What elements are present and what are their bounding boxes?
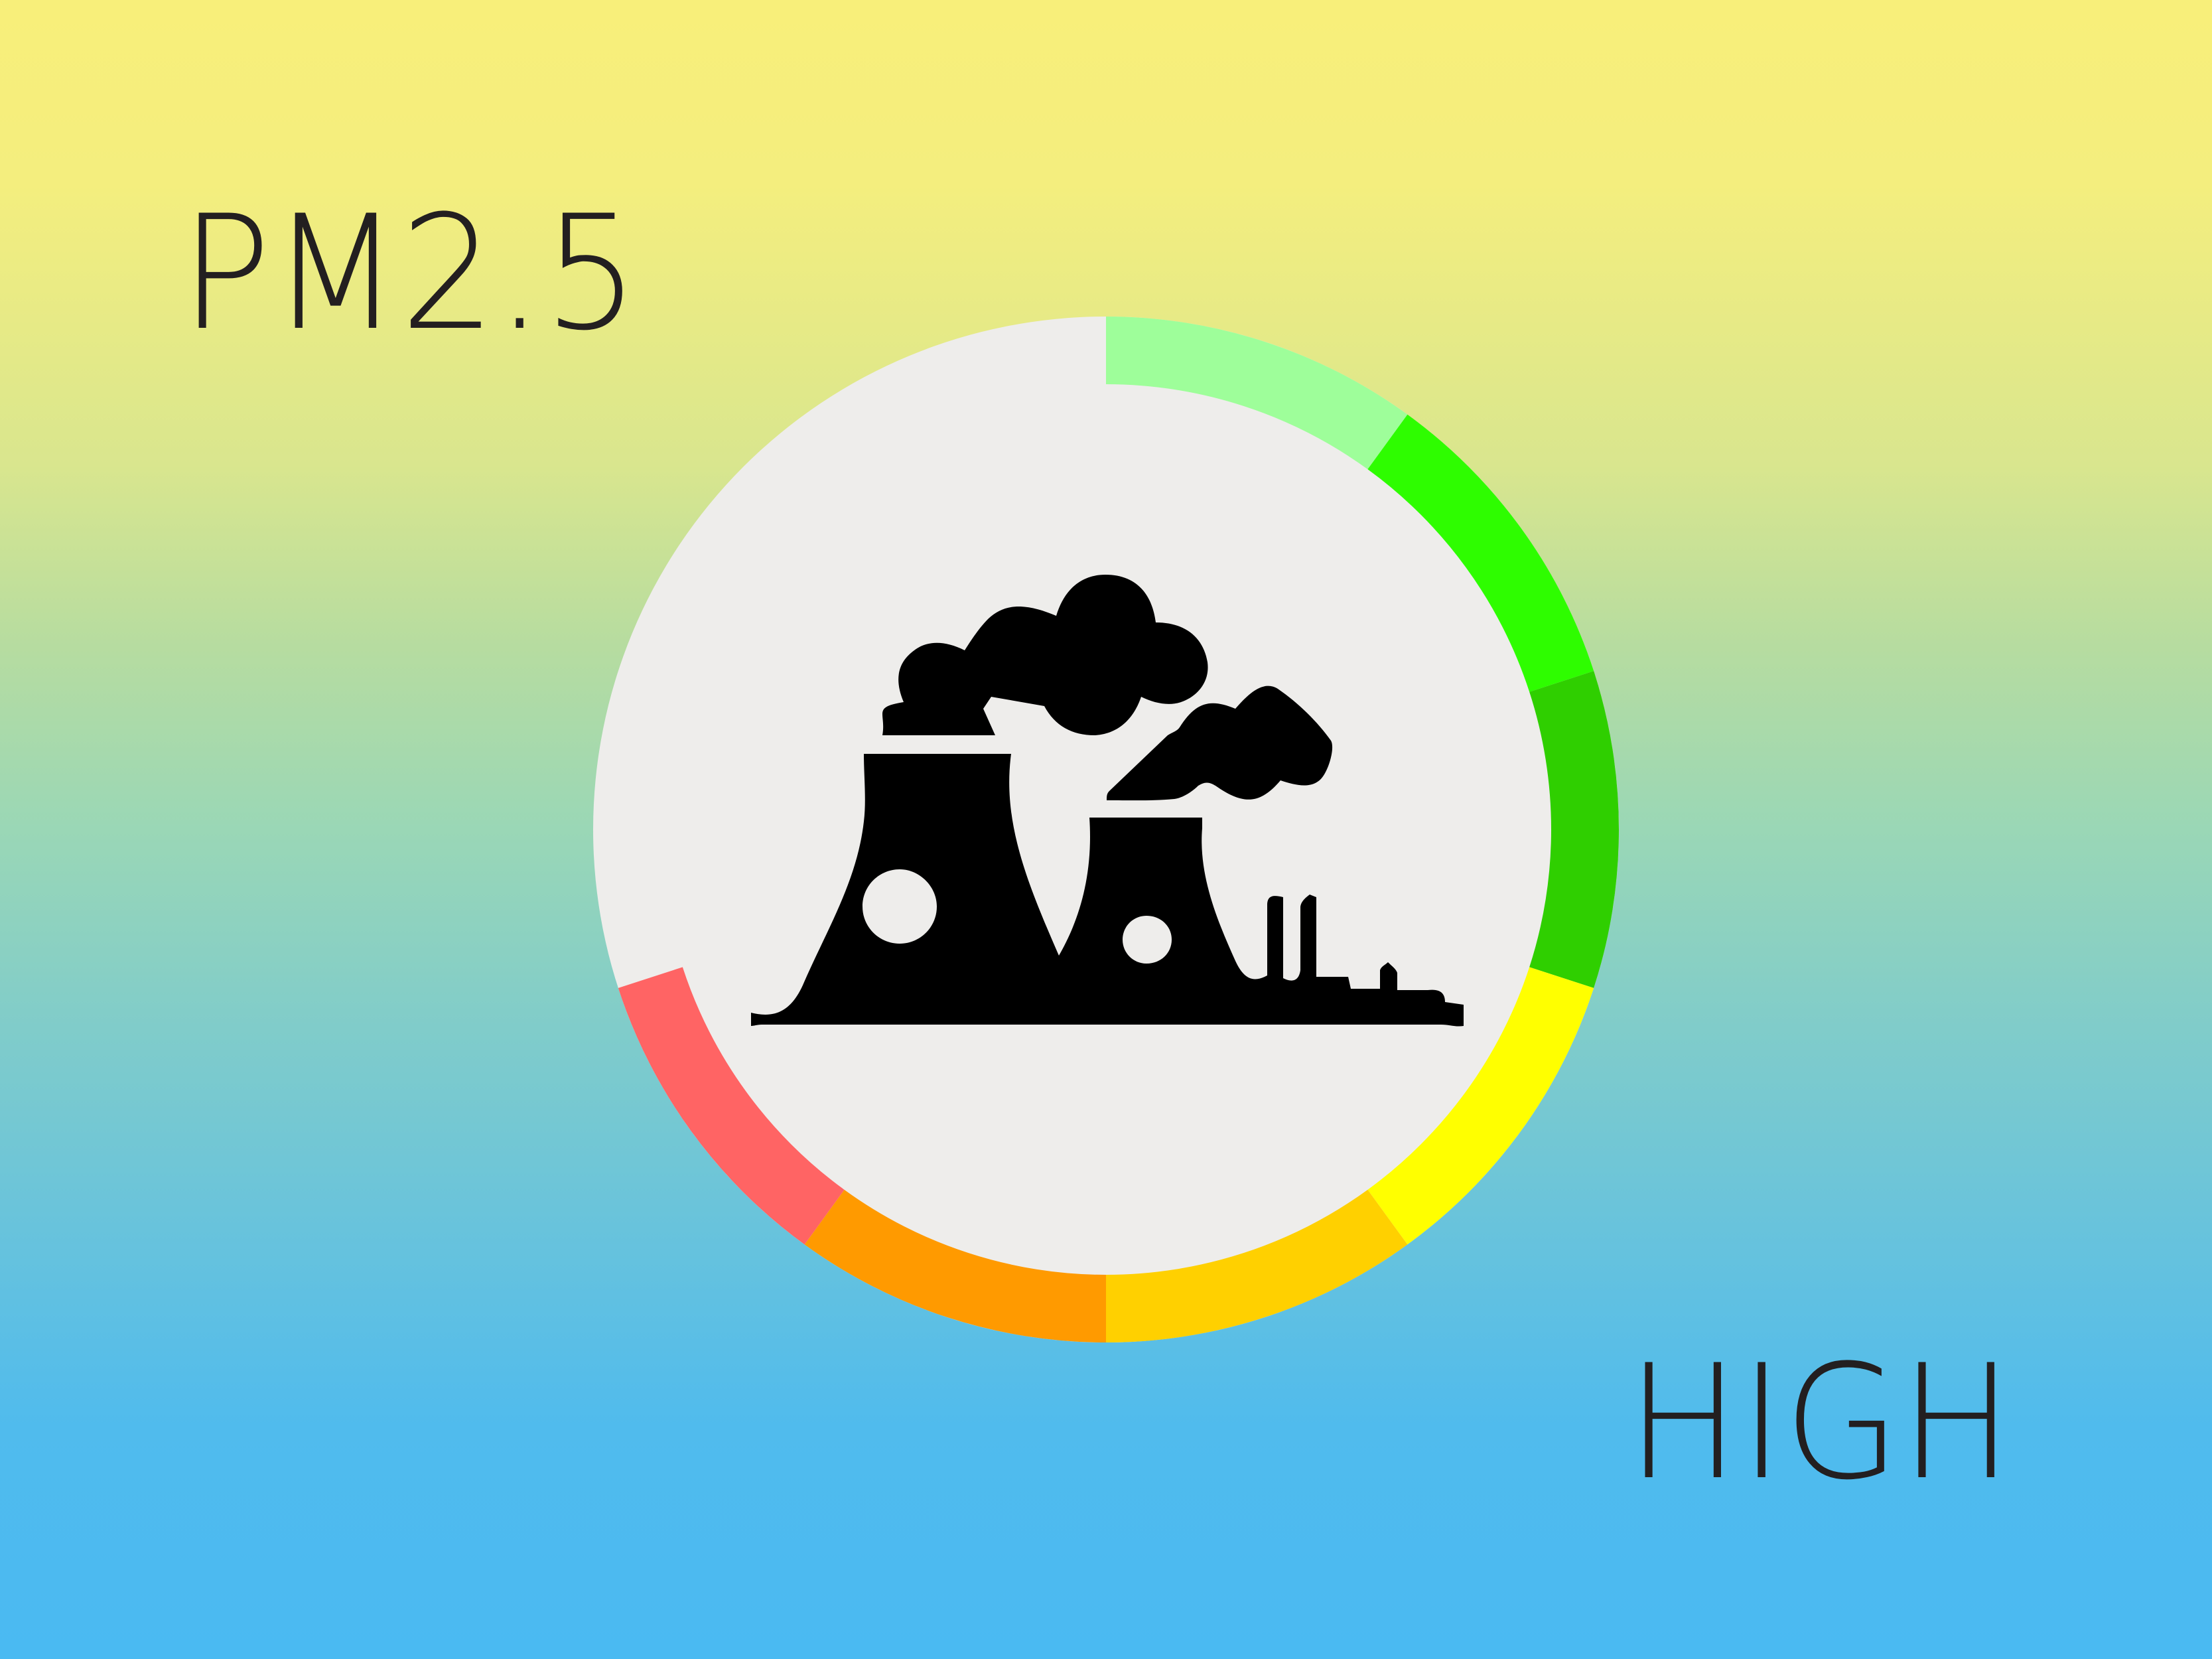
pm25-title: PM2.5 — [180, 182, 640, 366]
pollution-level-label: HIGH — [1627, 1331, 2013, 1515]
